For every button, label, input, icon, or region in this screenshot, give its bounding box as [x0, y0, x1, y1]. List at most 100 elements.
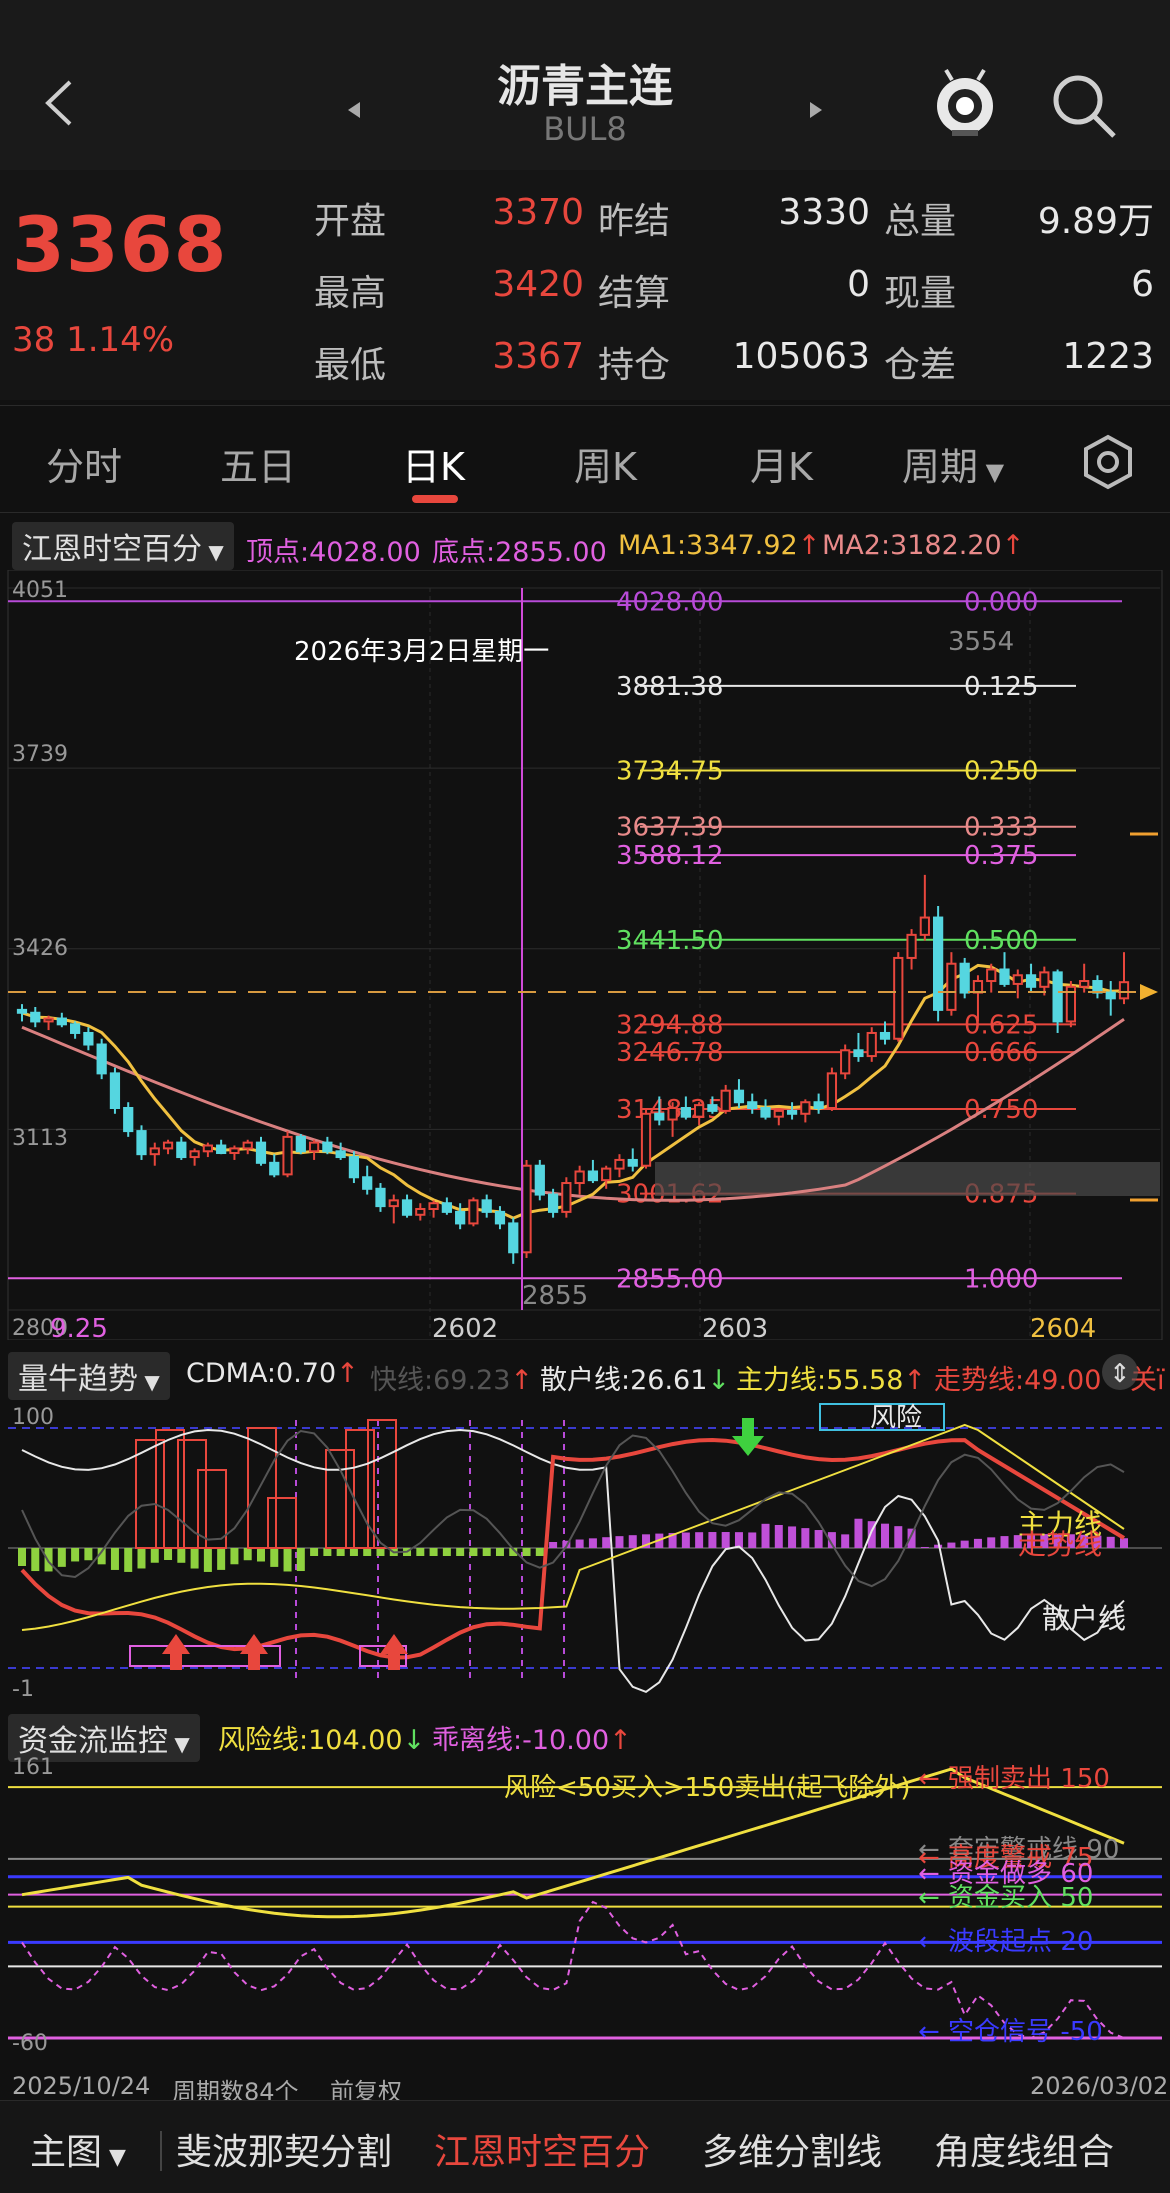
- flow-line-label: ← 波段起点 20: [918, 1927, 1093, 1957]
- flow-line-label: ← 资金买入 50: [918, 1883, 1093, 1913]
- tab-monthly-k[interactable]: 月K: [750, 436, 813, 491]
- next-contract-icon[interactable]: [808, 100, 824, 120]
- candle: [348, 1156, 360, 1179]
- fund-flow-chart[interactable]: 风险<50买入>150卖出(起飞除外) 161 -60 ← 强制卖出 150 ← …: [0, 1756, 1170, 2056]
- y-tick: -1: [12, 1677, 34, 1702]
- candle: [840, 1049, 851, 1075]
- candle: [694, 1104, 705, 1118]
- gann-level-ratio: 0.333: [964, 813, 1038, 843]
- gann-level-price: 4028.00: [616, 587, 724, 617]
- candle: [800, 1101, 811, 1115]
- candle: [149, 1147, 160, 1156]
- candle: [654, 1112, 665, 1121]
- quote-panel: 3368 38 1.14% 开盘 3370 昨结 3330 总量 9.89万 最…: [0, 170, 1170, 400]
- tab-main-chart[interactable]: 主图 ▼: [30, 2123, 126, 2175]
- candle: [760, 1107, 771, 1118]
- candle: [1105, 991, 1116, 1000]
- x-tick: 2604: [1030, 1314, 1097, 1344]
- candle: [83, 1031, 94, 1046]
- bottom-left-value: 9.25: [50, 1314, 108, 1344]
- kline-chart[interactable]: 4028.00 0.000 3881.38 0.125 3734.75 0.250 3637…: [0, 570, 1170, 1340]
- candle: [441, 1202, 452, 1213]
- candle: [773, 1109, 784, 1118]
- value-last-volume: 6: [1131, 264, 1154, 305]
- period-tabs: 分时 五日 日K 周K 月K 周期 ▼: [0, 405, 1170, 513]
- gann-level-price: 3881.38: [616, 672, 724, 702]
- date-tooltip: 2026年3月2日星期一: [294, 637, 549, 667]
- risk-line-value: 风险线:104.00↓: [218, 1725, 426, 1756]
- tab-five-day[interactable]: 五日: [220, 436, 296, 491]
- candle: [786, 1109, 798, 1115]
- candle: [680, 1107, 691, 1118]
- retail-label: 散户线: [1042, 1602, 1126, 1635]
- tab-fibonacci[interactable]: 斐波那契分割: [176, 2123, 392, 2175]
- gann-level-price: 2855.00: [616, 1264, 724, 1294]
- gann-level-ratio: 0.625: [964, 1010, 1038, 1040]
- trend-chart[interactable]: 风险 主力线 走势线 散户线 100 -1: [0, 1390, 1170, 1710]
- chevron-down-icon: ▼: [168, 1732, 190, 1756]
- candle: [30, 1011, 41, 1023]
- flow-line-label: ← 空仓信号 -50: [918, 2017, 1103, 2047]
- candle: [242, 1141, 253, 1150]
- candle: [282, 1135, 293, 1176]
- candle: [401, 1199, 413, 1216]
- main-indicator-select[interactable]: 江恩时空百分 ▼: [12, 522, 234, 570]
- candle: [999, 968, 1010, 985]
- candle: [826, 1072, 838, 1110]
- label-volume: 总量: [884, 201, 957, 242]
- gann-level-ratio: 0.000: [964, 587, 1038, 617]
- value-settle: 0: [847, 264, 870, 305]
- y-tick: 161: [12, 1756, 54, 1780]
- value-low: 3367: [492, 336, 584, 377]
- settings-hexagon-icon[interactable]: [1080, 434, 1136, 490]
- candle: [255, 1141, 267, 1164]
- end-date: 2026/03/02: [1030, 2072, 1169, 2100]
- candle: [866, 1031, 877, 1058]
- tab-intraday[interactable]: 分时: [46, 436, 122, 491]
- y-tick: 3426: [12, 936, 68, 961]
- value-open-interest: 105063: [732, 336, 870, 377]
- svg-text:⇕: ⇕: [1109, 1359, 1131, 1389]
- active-tab-indicator: [412, 495, 458, 503]
- value-high: 3420: [492, 264, 584, 305]
- gann-level-ratio: 0.500: [964, 926, 1038, 956]
- candle: [1118, 981, 1130, 1000]
- tab-weekly-k[interactable]: 周K: [574, 436, 637, 491]
- candles: [16, 874, 1130, 1264]
- candle: [813, 1101, 824, 1110]
- candle: [109, 1072, 121, 1110]
- candle: [1052, 971, 1063, 1023]
- candle: [747, 1101, 758, 1110]
- price-change: 38 1.14%: [12, 320, 175, 360]
- candle: [906, 933, 917, 959]
- expand-icon[interactable]: ⇕: [1100, 1350, 1140, 1394]
- value-prev-settle: 3330: [778, 192, 870, 233]
- label-prev-settle: 昨结: [598, 201, 671, 242]
- gann-bottom: 底点:2855.00: [432, 537, 607, 568]
- candle: [986, 968, 997, 983]
- candle: [322, 1141, 333, 1153]
- candle: [468, 1199, 479, 1225]
- candle: [879, 1031, 891, 1040]
- candle: [1092, 980, 1103, 994]
- tab-multi-split[interactable]: 多维分割线: [702, 2123, 882, 2175]
- flow-indicator-select[interactable]: 资金流监控 ▼: [8, 1714, 200, 1762]
- candle: [269, 1161, 280, 1176]
- candle: [1025, 974, 1037, 988]
- tab-gann-percent[interactable]: 江恩时空百分: [434, 2123, 650, 2175]
- search-icon[interactable]: [1050, 72, 1120, 142]
- candle: [308, 1141, 320, 1153]
- tab-period[interactable]: 周期 ▼: [902, 436, 1004, 491]
- candle: [720, 1089, 731, 1112]
- candle: [521, 1164, 532, 1254]
- mascot-icon[interactable]: [930, 68, 1000, 140]
- candle: [481, 1199, 492, 1213]
- ma1-value: MA1:3347.92↑: [618, 530, 821, 561]
- candle: [640, 1112, 652, 1167]
- candle: [547, 1193, 559, 1213]
- candle: [16, 1008, 28, 1014]
- label-open-interest: 持仓: [598, 345, 671, 386]
- tab-angle-lines[interactable]: 角度线组合: [934, 2123, 1114, 2175]
- candle: [189, 1150, 200, 1159]
- tab-daily-k[interactable]: 日K: [402, 436, 465, 491]
